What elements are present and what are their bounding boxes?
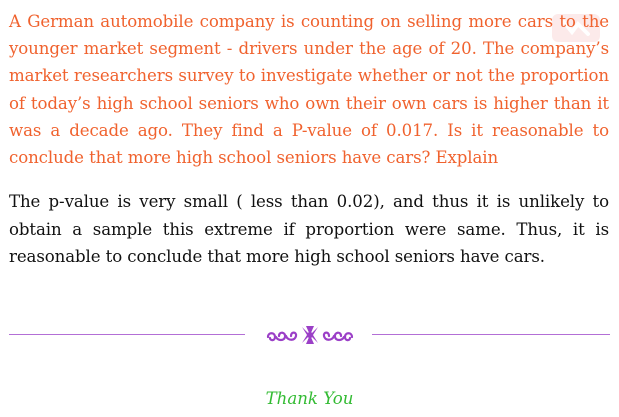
divider-line-right bbox=[372, 334, 610, 335]
thank-you-text: Thank You bbox=[265, 389, 354, 408]
question-text: A German automobile company is counting … bbox=[9, 12, 609, 168]
floral-ornament-icon bbox=[266, 326, 354, 344]
divider-line-left bbox=[9, 334, 245, 335]
answer-text: The p-value is very small ( less than 0.… bbox=[9, 192, 609, 267]
